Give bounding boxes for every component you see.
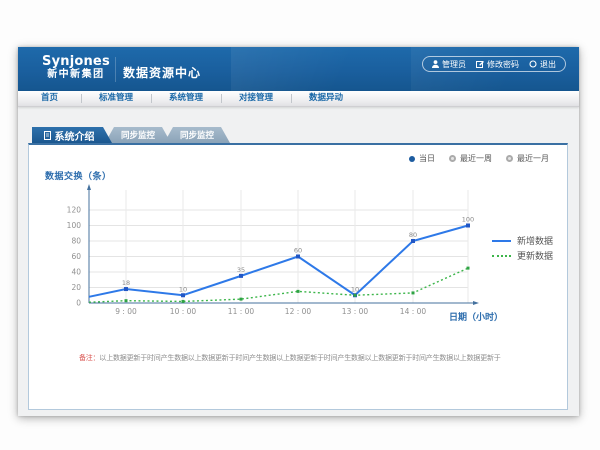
series-marker-1	[412, 291, 415, 294]
series-marker-0	[296, 255, 300, 259]
x-tick-label: 14 : 00	[400, 307, 427, 316]
y-tick-label: 60	[71, 252, 81, 261]
y-tick-label: 0	[76, 299, 81, 308]
legend-label: 更新数据	[517, 249, 553, 262]
logout-button[interactable]: 退出	[529, 59, 556, 70]
point-label: 80	[409, 231, 417, 239]
y-tick-label: 100	[67, 221, 82, 230]
nav-item-system-mgmt[interactable]: 系统管理	[151, 91, 221, 106]
nav-item-data-change[interactable]: 数据异动	[291, 91, 361, 106]
nav-item-home[interactable]: 首页	[18, 91, 81, 106]
x-axis-title: 日期（小时）	[449, 310, 503, 323]
logo-company: 新中新集团	[42, 69, 110, 81]
point-label: 60	[294, 247, 302, 255]
series-marker-1	[240, 298, 243, 301]
footnote-prefix: 备注：	[79, 354, 99, 362]
x-tick-label: 13 : 00	[342, 307, 369, 316]
series-marker-1	[354, 294, 357, 297]
header: Synjones 新中新集团 数据资源中心 管理员 修改密码 退出	[18, 47, 579, 91]
logo-brand: Synjones	[42, 54, 110, 69]
y-tick-label: 80	[71, 237, 81, 246]
series-marker-0	[466, 224, 470, 228]
header-divider	[115, 57, 116, 82]
logout-icon	[529, 60, 537, 68]
point-label: 35	[237, 266, 245, 274]
chart-svg: 0 20 40 60 80 100 120 9 : 00 10 : 00 11 : 00 12 : …	[29, 145, 569, 412]
user-menu: 管理员 修改密码 退出	[422, 56, 566, 72]
main-nav: 首页 标准管理 系统管理 对接管理 数据异动	[18, 91, 579, 107]
change-password-label: 修改密码	[487, 59, 519, 70]
x-tick-label: 11 : 00	[228, 307, 255, 316]
logo: Synjones 新中新集团	[42, 54, 110, 81]
app-title: 数据资源中心	[123, 64, 201, 81]
series-marker-0	[411, 239, 415, 243]
y-tick-label: 120	[67, 206, 82, 215]
app-window: Synjones 新中新集团 数据资源中心 管理员 修改密码 退出 首页 标准管…	[18, 47, 579, 416]
tab-label: 同步监控	[121, 129, 155, 141]
header-streak	[231, 47, 431, 91]
series-marker-1	[297, 290, 300, 293]
tab-sync-monitor-1[interactable]: 同步监控	[105, 127, 171, 143]
y-tick-label: 40	[71, 268, 81, 277]
nav-item-standard-mgmt[interactable]: 标准管理	[81, 91, 151, 106]
chart-legend: 新增数据 更新数据	[492, 235, 553, 265]
series-marker-1	[182, 300, 185, 303]
tab-label: 同步监控	[180, 129, 214, 141]
legend-item-new-data: 新增数据	[492, 235, 553, 246]
edit-icon	[476, 60, 484, 68]
y-tick-label: 20	[71, 283, 81, 292]
y-axis-arrow	[87, 184, 91, 190]
point-label: 100	[462, 216, 474, 224]
user-label: 管理员	[442, 59, 466, 70]
change-password-button[interactable]: 修改密码	[476, 59, 519, 70]
document-icon	[44, 131, 51, 140]
footnote: 备注：以上数据更新于时间产生数据以上数据更新于时间产生数据以上数据更新于时间产生…	[79, 353, 501, 363]
user-icon	[432, 60, 439, 68]
x-axis-arrow	[473, 301, 479, 305]
tab-system-intro[interactable]: 系统介绍	[32, 127, 112, 143]
tab-label: 系统介绍	[55, 128, 95, 143]
tab-sync-monitor-2[interactable]: 同步监控	[164, 127, 230, 143]
series-marker-1	[125, 299, 128, 302]
point-label: 18	[122, 279, 130, 287]
nav-item-interface-mgmt[interactable]: 对接管理	[221, 91, 291, 106]
footnote-text: 以上数据更新于时间产生数据以上数据更新于时间产生数据以上数据更新于时间产生数据以…	[99, 354, 500, 362]
point-label: 10	[351, 285, 359, 293]
x-tick-label: 12 : 00	[285, 307, 312, 316]
chart-panel: 当日 最近一周 最近一月 数据交换（条） 0204060801001209 : …	[28, 143, 568, 410]
legend-line-solid	[492, 240, 511, 242]
legend-label: 新增数据	[517, 234, 553, 247]
series-line-1	[89, 268, 468, 302]
legend-item-update-data: 更新数据	[492, 250, 553, 261]
point-label: 10	[179, 285, 187, 293]
x-tick-label: 9 : 00	[115, 307, 137, 316]
series-marker-1	[467, 267, 470, 270]
tab-bar: 系统介绍 同步监控 同步监控	[32, 127, 230, 143]
user-button[interactable]: 管理员	[432, 59, 466, 70]
logout-label: 退出	[540, 59, 556, 70]
series-marker-0	[239, 274, 243, 278]
series-marker-0	[181, 293, 185, 297]
legend-line-dotted	[492, 255, 511, 257]
series-marker-0	[124, 287, 128, 291]
x-tick-label: 10 : 00	[170, 307, 197, 316]
